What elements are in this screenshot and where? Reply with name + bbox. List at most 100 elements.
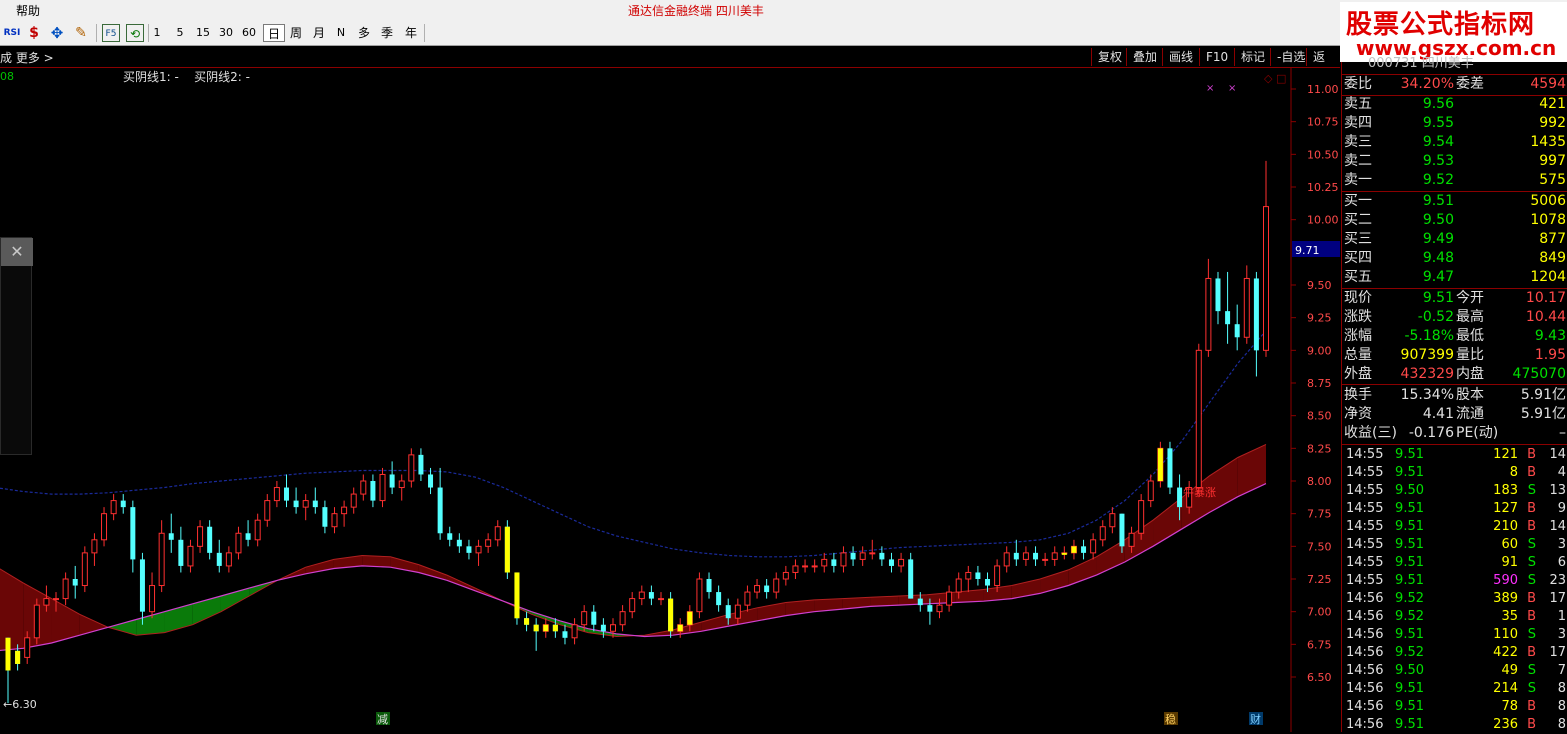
- period-30min[interactable]: 30: [217, 24, 235, 42]
- bottom-marker-finance[interactable]: 财: [1250, 712, 1261, 726]
- tick-row[interactable]: 14:56 9.51 78 B 8: [1342, 698, 1567, 716]
- period-week[interactable]: 周: [288, 24, 304, 42]
- refresh-icon[interactable]: ⟲: [126, 24, 144, 42]
- candle-body: [273, 487, 280, 502]
- toolbar-divider: [96, 24, 97, 42]
- period-multi[interactable]: 多: [356, 24, 372, 42]
- f5-icon[interactable]: F5: [102, 24, 120, 42]
- candle-body: [1090, 539, 1097, 554]
- tick-row[interactable]: 14:56 9.50 49 S 7: [1342, 662, 1567, 680]
- tick-side: B: [1527, 717, 1536, 732]
- mark-button[interactable]: 标记: [1234, 48, 1271, 66]
- stat-row[interactable]: 涨跌 -0.52 最高 10.44: [1342, 308, 1567, 327]
- period-60min[interactable]: 60: [240, 24, 258, 42]
- bid-row[interactable]: 买三 9.49 877: [1342, 230, 1567, 249]
- tick-row[interactable]: 14:55 9.50 183 S 13: [1342, 482, 1567, 500]
- fund-label: 换手: [1344, 387, 1372, 403]
- ask-row[interactable]: 卖二 9.53 997: [1342, 152, 1567, 171]
- candle-body: [437, 487, 443, 534]
- back-button[interactable]: 返回: [1306, 48, 1340, 82]
- fund-row[interactable]: 净资 4.41 流通 5.91亿: [1342, 405, 1567, 424]
- tick-row[interactable]: 14:56 9.52 422 B 17: [1342, 644, 1567, 662]
- stat-row[interactable]: 现价 9.51 今开 10.17: [1342, 289, 1567, 308]
- fund-value: -0.176: [1408, 425, 1454, 441]
- period-15min[interactable]: 15: [194, 24, 212, 42]
- ask-row[interactable]: 卖一 9.52 575: [1342, 171, 1567, 190]
- bid-volume: 1204: [1530, 269, 1566, 285]
- dollar-icon[interactable]: $: [26, 24, 42, 42]
- bid-level-label: 买二: [1344, 212, 1372, 228]
- candle-body: [609, 624, 616, 632]
- candle-body: [725, 605, 731, 619]
- tick-count: 4: [1557, 465, 1566, 480]
- kline-chart[interactable]: 11.00 10.75 10.50 10.25 10.00 9.50 9.25 9.00 8.7…: [0, 68, 1340, 732]
- close-icon[interactable]: ✕: [1, 238, 33, 266]
- fund-value: 5.91亿: [1520, 406, 1566, 422]
- tick-row[interactable]: 14:55 9.51 210 B 14: [1342, 518, 1567, 536]
- period-n[interactable]: N: [334, 24, 348, 42]
- bottom-marker-stable[interactable]: 稳: [1165, 712, 1176, 726]
- bid-row[interactable]: 买一 9.51 5006: [1342, 192, 1567, 211]
- bid-row[interactable]: 买二 9.50 1078: [1342, 211, 1567, 230]
- tick-time: 14:55: [1346, 447, 1384, 462]
- period-1min[interactable]: 1: [150, 24, 164, 42]
- candle-body: [591, 611, 597, 625]
- tick-row[interactable]: 14:56 9.51 110 S 3: [1342, 626, 1567, 644]
- tick-row[interactable]: 14:55 9.51 60 S 3: [1342, 536, 1567, 554]
- bottom-marker-reduce[interactable]: 减: [377, 713, 388, 726]
- restore-rights-button[interactable]: 复权: [1091, 48, 1128, 66]
- rsi-icon[interactable]: RSI: [2, 24, 22, 42]
- y-tick-label: 6.50: [1307, 671, 1332, 684]
- tick-row[interactable]: 14:56 9.51 236 B 8: [1342, 716, 1567, 734]
- candle-body: [965, 571, 972, 580]
- candle: [1138, 494, 1145, 540]
- f10-button[interactable]: F10: [1199, 48, 1234, 66]
- bid-row[interactable]: 买四 9.48 849: [1342, 249, 1567, 268]
- tick-row[interactable]: 14:55 9.51 127 B 9: [1342, 500, 1567, 518]
- fund-row[interactable]: 收益(三) -0.176 PE(动) –: [1342, 424, 1567, 443]
- more-menu[interactable]: 成 更多 >: [0, 49, 54, 66]
- fund-value: –: [1559, 425, 1566, 441]
- y-tick-label: 9.50: [1307, 279, 1332, 292]
- bid-row[interactable]: 买五 9.47 1204: [1342, 268, 1567, 287]
- tick-row[interactable]: 14:56 9.52 35 B 1: [1342, 608, 1567, 626]
- stat-row[interactable]: 总量 907399 量比 1.95: [1342, 346, 1567, 365]
- ask-row[interactable]: 卖四 9.55 992: [1342, 114, 1567, 133]
- tick-row[interactable]: 14:55 9.51 8 B 4: [1342, 464, 1567, 482]
- period-5min[interactable]: 5: [173, 24, 187, 42]
- pencil-icon[interactable]: ✎: [72, 24, 90, 42]
- period-year[interactable]: 年: [403, 24, 419, 42]
- tick-row[interactable]: 14:55 9.51 590 S 23: [1342, 572, 1567, 590]
- tick-row[interactable]: 14:56 9.51 214 S 8: [1342, 680, 1567, 698]
- tick-time: 14:56: [1346, 699, 1384, 714]
- tick-row[interactable]: 14:55 9.51 91 S 6: [1342, 554, 1567, 572]
- tick-row[interactable]: 14:56 9.52 389 B 17: [1342, 590, 1567, 608]
- candle-body: [734, 604, 741, 619]
- tick-row[interactable]: 14:55 9.51 121 B 14: [1342, 446, 1567, 464]
- fund-value: 4.41: [1422, 406, 1454, 422]
- period-day[interactable]: 日: [263, 24, 285, 42]
- candle-body: [322, 507, 328, 527]
- ask-row[interactable]: 卖三 9.54 1435: [1342, 133, 1567, 152]
- menu-help[interactable]: 帮助: [16, 2, 40, 19]
- stat-row[interactable]: 外盘 432329 内盘 475070: [1342, 365, 1567, 384]
- square-icon[interactable]: □: [1276, 72, 1286, 85]
- tick-time: 14:56: [1346, 609, 1384, 624]
- fund-row[interactable]: 换手 15.34% 股本 5.91亿: [1342, 386, 1567, 405]
- candle-body: [168, 533, 174, 540]
- period-month[interactable]: 月: [311, 24, 327, 42]
- ask-row[interactable]: 卖五 9.56 421: [1342, 95, 1567, 114]
- stat-row[interactable]: 涨幅 -5.18% 最低 9.43: [1342, 327, 1567, 346]
- move-icon[interactable]: ✥: [48, 24, 66, 42]
- period-season[interactable]: 季: [379, 24, 395, 42]
- bid-volume: 1078: [1530, 212, 1566, 228]
- signal-bar: [524, 618, 530, 625]
- candle-body: [648, 592, 654, 599]
- candle-body: [946, 591, 953, 606]
- tick-side: B: [1527, 501, 1536, 516]
- diamond-icon[interactable]: ◇: [1264, 72, 1273, 85]
- overlay-button[interactable]: 叠加: [1126, 48, 1163, 66]
- candle-body: [43, 598, 50, 606]
- draw-line-button[interactable]: 画线: [1162, 48, 1199, 66]
- candle-body: [600, 624, 606, 632]
